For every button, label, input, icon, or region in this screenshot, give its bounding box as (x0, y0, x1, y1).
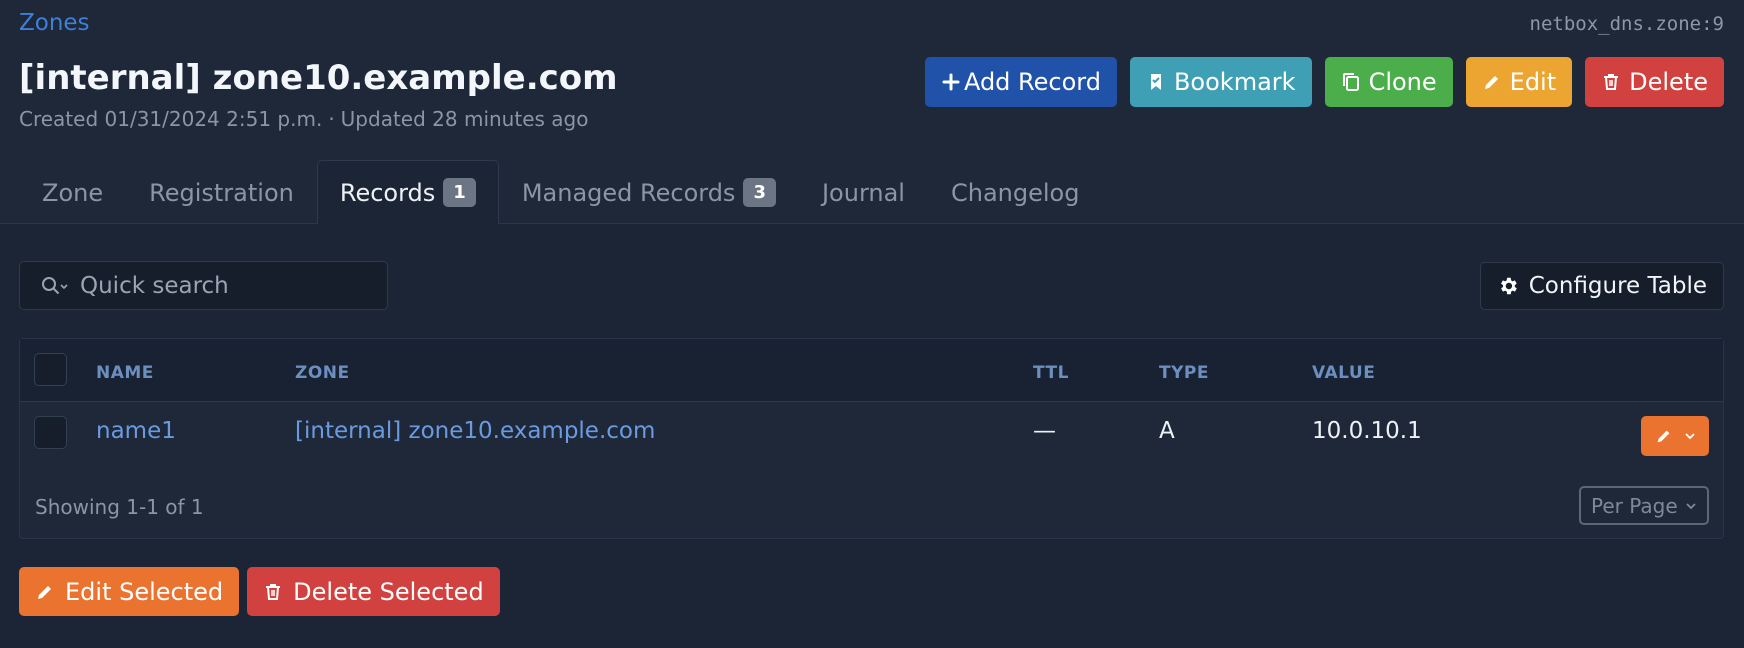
plus-icon (942, 73, 960, 91)
column-header-type[interactable]: TYPE (1159, 363, 1209, 383)
tab-zone[interactable]: Zone (19, 160, 126, 224)
clone-button[interactable]: Clone (1324, 57, 1453, 107)
updated-timestamp: Updated 28 minutes ago (340, 107, 589, 131)
select-all-checkbox[interactable] (34, 353, 67, 386)
quick-search (19, 261, 388, 310)
trash-icon (266, 583, 281, 600)
breadcrumb-zones-link[interactable]: Zones (19, 10, 90, 36)
delete-button[interactable]: Delete (1585, 57, 1724, 107)
page-title: [internal] zone10.example.com (19, 58, 618, 98)
pencil-icon (38, 585, 51, 599)
record-name-link[interactable]: name1 (96, 418, 176, 444)
table-header: NAME ZONE TTL TYPE VALUE (20, 339, 1723, 402)
edit-selected-label: Edit Selected (65, 577, 224, 606)
chevron-down-icon (1684, 433, 1695, 440)
column-header-value[interactable]: VALUE (1312, 363, 1375, 383)
row-select-checkbox[interactable] (34, 416, 67, 449)
object-actions: Add Record Bookmark Clone Edit Delete (924, 57, 1724, 107)
records-count-badge: 1 (443, 178, 476, 207)
object-tabs: Zone Registration Records 1 Managed Recor… (19, 160, 1102, 224)
tab-managed-records[interactable]: Managed Records 3 (499, 160, 799, 224)
tab-records[interactable]: Records 1 (316, 160, 499, 224)
column-header-name[interactable]: NAME (96, 363, 154, 383)
search-icon (42, 276, 68, 294)
managed-records-count-badge: 3 (743, 178, 776, 207)
tab-registration[interactable]: Registration (126, 160, 317, 224)
object-identifier: netbox_dns.zone:9 (1529, 13, 1724, 35)
delete-selected-label: Delete Selected (293, 577, 484, 606)
configure-table-label: Configure Table (1528, 273, 1707, 299)
bookmark-icon (1150, 74, 1161, 90)
edit-selected-button[interactable]: Edit Selected (19, 567, 240, 616)
delete-selected-button[interactable]: Delete Selected (247, 567, 500, 616)
bulk-actions: Edit Selected Delete Selected (19, 567, 500, 616)
timestamps: Created 01/31/2024 2:51 p.m. · Updated 28 … (19, 107, 588, 131)
record-type: A (1159, 418, 1175, 444)
pencil-icon (1484, 76, 1498, 89)
bookmark-button[interactable]: Bookmark (1129, 57, 1312, 107)
tab-label: Managed Records (521, 178, 736, 207)
per-page-select[interactable]: Per Page (1579, 486, 1709, 525)
per-page-label: Per Page (1591, 493, 1678, 518)
column-header-ttl[interactable]: TTL (1033, 363, 1069, 383)
tab-label: Zone (42, 178, 104, 207)
column-header-zone[interactable]: ZONE (295, 363, 350, 383)
tab-label: Journal (821, 178, 905, 207)
edit-button[interactable]: Edit (1465, 57, 1573, 107)
tab-journal[interactable]: Journal (799, 160, 928, 224)
bookmark-label: Bookmark (1173, 68, 1296, 96)
copy-icon (1342, 73, 1359, 91)
pencil-icon (1657, 430, 1669, 443)
trash-icon (1604, 74, 1619, 90)
record-ttl: — (1033, 418, 1056, 444)
add-record-label: Add Record (963, 68, 1101, 96)
clone-label: Clone (1368, 68, 1437, 96)
search-input[interactable] (78, 271, 375, 300)
edit-label: Edit (1509, 68, 1557, 96)
configure-table-button[interactable]: Configure Table (1479, 262, 1724, 310)
add-record-button[interactable]: Add Record (924, 57, 1117, 107)
meta-separator: · (328, 107, 335, 131)
row-edit-dropdown-button[interactable] (1641, 416, 1709, 456)
records-table: NAME ZONE TTL TYPE VALUE name1 [internal… (19, 338, 1724, 539)
tab-label: Changelog (950, 178, 1080, 207)
pagination-summary: Showing 1-1 of 1 (35, 495, 204, 519)
tab-label: Registration (149, 178, 294, 207)
delete-label: Delete (1629, 68, 1708, 96)
tab-label: Records (339, 178, 436, 207)
chevron-down-icon (1686, 502, 1696, 509)
record-value: 10.0.10.1 (1312, 418, 1422, 444)
tab-changelog[interactable]: Changelog (928, 160, 1102, 224)
record-zone-link[interactable]: [internal] zone10.example.com (295, 418, 655, 444)
gear-icon (1500, 277, 1517, 295)
created-timestamp: Created 01/31/2024 2:51 p.m. (19, 107, 323, 131)
